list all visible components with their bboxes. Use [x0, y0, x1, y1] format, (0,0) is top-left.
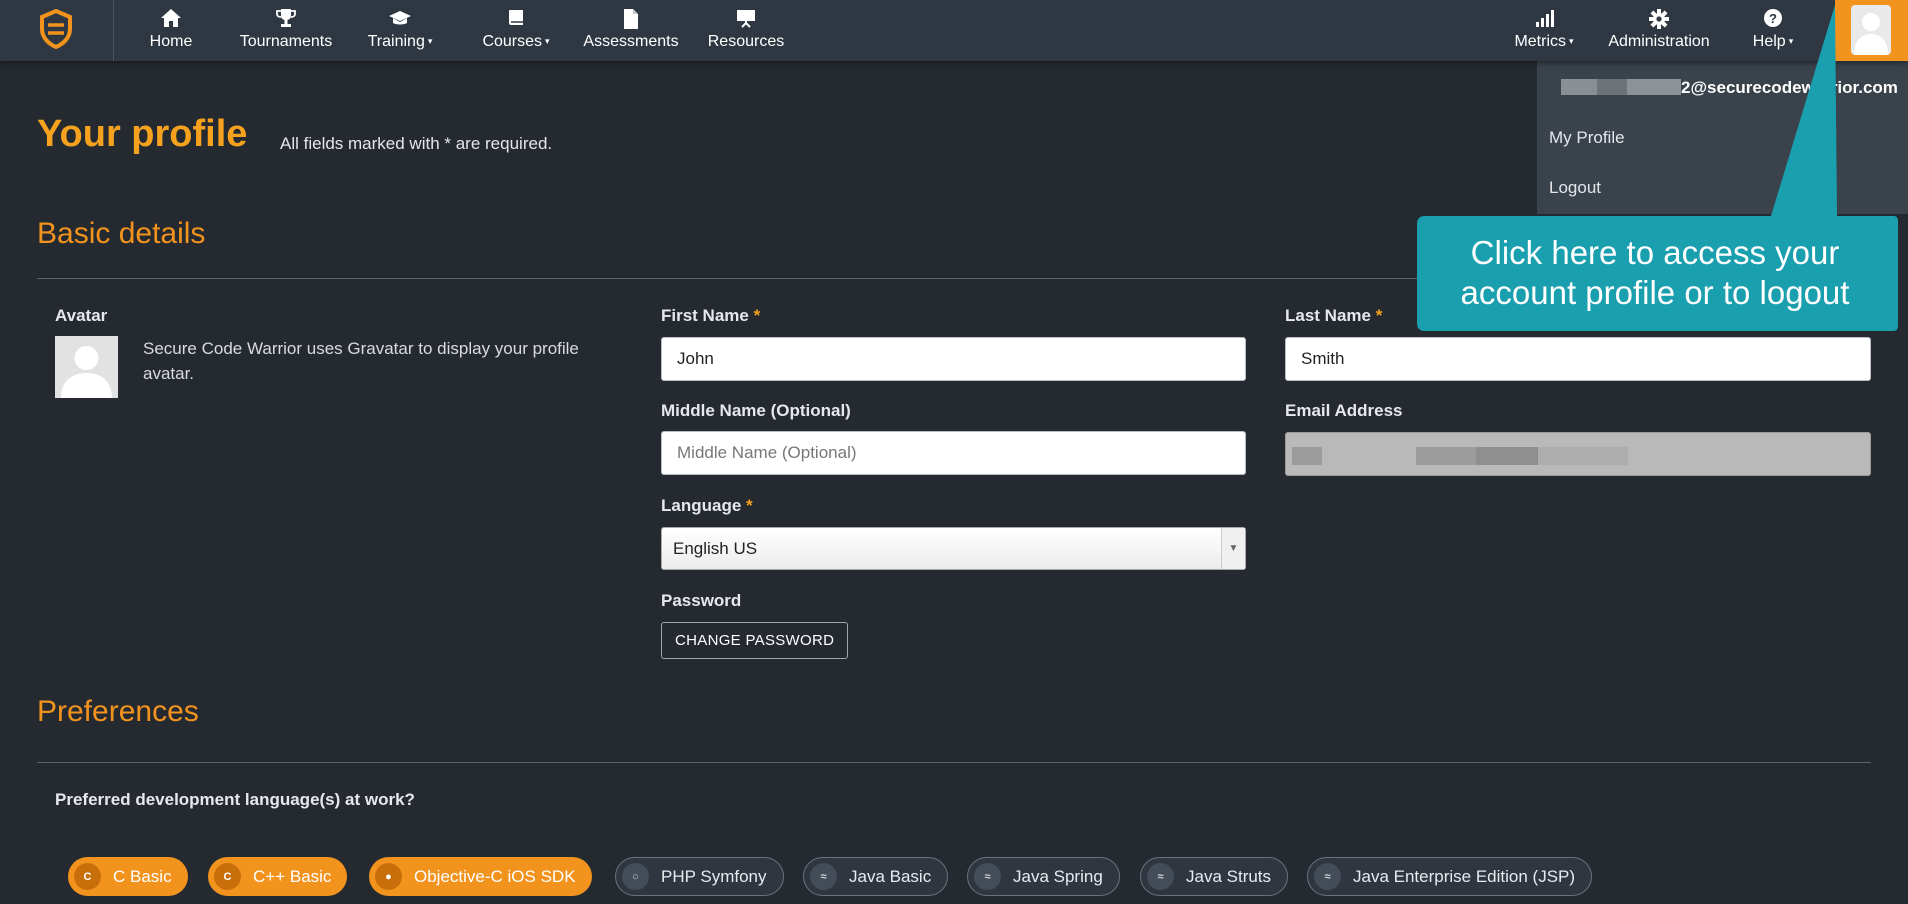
- chevron-down-icon: ▾: [1569, 36, 1574, 46]
- language-pill-java-basic[interactable]: ≈ Java Basic: [803, 857, 949, 896]
- cpp-lang-icon: C: [214, 863, 241, 890]
- section-divider: [37, 762, 1871, 763]
- chevron-down-icon: ▼: [1221, 528, 1245, 569]
- nav-label: Courses: [482, 33, 543, 50]
- php-icon: ○: [622, 863, 649, 890]
- language-pill-cpp-basic[interactable]: C C++ Basic: [208, 857, 348, 896]
- first-name-label: First Name *: [661, 306, 761, 325]
- question-circle-icon: ?: [1748, 8, 1798, 30]
- language-label: Language *: [661, 496, 753, 515]
- nav-resources[interactable]: Resources: [706, 0, 786, 61]
- user-menu-button[interactable]: [1835, 0, 1908, 61]
- preferences-heading: Preferences: [37, 695, 199, 728]
- last-name-input[interactable]: [1285, 337, 1871, 381]
- nav-tournaments[interactable]: Tournaments: [236, 0, 336, 61]
- nav-label: Training: [367, 33, 425, 50]
- java-icon: ≈: [1147, 863, 1174, 890]
- nav-label: Resources: [707, 33, 785, 50]
- change-password-button[interactable]: CHANGE PASSWORD: [661, 622, 849, 659]
- redacted-text: [1476, 447, 1538, 465]
- language-selected-value: English US: [673, 539, 758, 558]
- logo[interactable]: [0, 0, 114, 61]
- nav-label: Assessments: [583, 33, 679, 50]
- avatar: [55, 336, 118, 398]
- language-pill-c-basic[interactable]: CC Basic: [68, 857, 188, 896]
- nav-label: Help: [1752, 33, 1786, 50]
- email-field: [1285, 432, 1871, 476]
- nav-home[interactable]: Home: [141, 0, 201, 61]
- nav-label: Administration: [1608, 33, 1710, 50]
- redacted-text: [1561, 79, 1681, 95]
- presentation-icon: [706, 8, 786, 30]
- language-pill-objective-c[interactable]: ● Objective-C iOS SDK: [369, 857, 592, 896]
- redacted-text: [1416, 447, 1476, 465]
- bar-chart-icon: [1509, 8, 1579, 30]
- avatar: [1851, 5, 1891, 55]
- nav-training[interactable]: Training ▾: [364, 0, 436, 61]
- chevron-down-icon: ▾: [1788, 36, 1794, 46]
- secure-code-warrior-logo-icon: [40, 9, 72, 49]
- nav-label: Tournaments: [239, 33, 333, 50]
- redacted-text: [1538, 447, 1628, 465]
- redacted-text: [1292, 447, 1322, 465]
- user-email: 2@securecodewarrior.com: [1561, 78, 1898, 98]
- user-silhouette-icon: [61, 346, 112, 398]
- svg-text:?: ?: [1769, 11, 1777, 26]
- document-icon: [581, 8, 681, 30]
- language-select[interactable]: English US ▼: [661, 527, 1246, 570]
- language-pill-java-spring[interactable]: ≈ Java Spring: [967, 857, 1120, 896]
- avatar-description: Secure Code Warrior uses Gravatar to dis…: [143, 339, 579, 383]
- nav-administration[interactable]: Administration: [1604, 0, 1714, 61]
- chevron-down-icon: ▾: [427, 36, 433, 46]
- nav-assessments[interactable]: Assessments: [581, 0, 681, 61]
- trophy-icon: [236, 8, 336, 30]
- language-pill-java-struts[interactable]: ≈ Java Struts: [1140, 857, 1289, 896]
- first-name-input[interactable]: [661, 337, 1246, 381]
- language-pill-php-symfony[interactable]: ○ PHP Symfony: [615, 857, 784, 896]
- top-navigation-bar: Home Tournaments Training ▾ Courses ▾ Asse…: [0, 0, 1908, 61]
- apple-icon: ●: [375, 863, 402, 890]
- last-name-label: Last Name *: [1285, 306, 1383, 325]
- home-icon: [141, 8, 201, 30]
- email-label: Email Address: [1285, 401, 1403, 420]
- user-dropdown-menu: 2@securecodewarrior.com My Profile Logou…: [1537, 61, 1908, 214]
- basic-details-heading: Basic details: [37, 217, 206, 250]
- middle-name-input[interactable]: [661, 431, 1246, 475]
- nav-label: Metrics: [1514, 33, 1567, 50]
- java-icon: ≈: [974, 863, 1001, 890]
- nav-courses[interactable]: Courses ▾: [478, 0, 554, 61]
- book-icon: [478, 8, 554, 30]
- c-lang-icon: C: [74, 863, 101, 890]
- avatar-label: Avatar: [55, 306, 108, 325]
- chevron-down-icon: ▾: [545, 36, 550, 46]
- callout-text: Click here to access your account profil…: [1460, 234, 1850, 311]
- graduation-cap-icon: [364, 8, 436, 30]
- page-title: Your profile: [37, 113, 248, 155]
- menu-item-logout[interactable]: Logout: [1549, 178, 1601, 198]
- gear-icon: [1604, 8, 1714, 30]
- preferred-languages-question: Preferred development language(s) at wor…: [55, 790, 415, 809]
- middle-name-label: Middle Name (Optional): [661, 401, 851, 420]
- required-fields-note: All fields marked with * are required.: [280, 134, 553, 153]
- password-label: Password: [661, 591, 742, 610]
- nav-metrics[interactable]: Metrics ▾: [1509, 0, 1579, 61]
- java-icon: ≈: [810, 863, 837, 890]
- language-pill-java-ee-jsp[interactable]: ≈ Java Enterprise Edition (JSP): [1307, 857, 1593, 896]
- nav-label: Home: [149, 33, 193, 50]
- menu-item-my-profile[interactable]: My Profile: [1549, 128, 1625, 148]
- java-icon: ≈: [1314, 863, 1341, 890]
- user-silhouette-icon: [1854, 13, 1888, 55]
- nav-help[interactable]: ? Help ▾: [1748, 0, 1798, 61]
